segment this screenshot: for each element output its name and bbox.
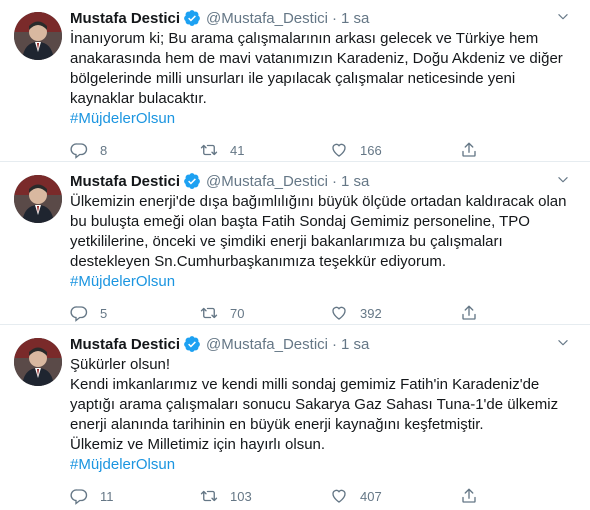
author-name[interactable]: Mustafa Destici [70,10,180,27]
author-handle[interactable]: @Mustafa_Destici [206,336,328,353]
retweet-button[interactable]: 103 [200,487,330,505]
retweet-button[interactable]: 70 [200,304,330,322]
verified-badge-icon [184,173,200,189]
hashtag-link[interactable]: #MüjdelerOlsun [70,109,576,129]
tweet-text: Ülkemizin enerji'de dışa bağımlılığını b… [70,193,567,270]
hashtag-link[interactable]: #MüjdelerOlsun [70,272,576,292]
share-icon [462,142,476,157]
author-handle[interactable]: @Mustafa_Destici [206,173,328,190]
heart-icon [332,489,346,503]
avatar[interactable] [14,12,62,60]
like-count: 166 [360,142,382,158]
share-button[interactable] [460,141,490,159]
reply-count: 11 [100,488,114,504]
tweet-text: İnanıyorum ki; Bu arama çalışmalarının a… [70,30,563,107]
separator-dot: · [331,9,337,27]
author-name[interactable]: Mustafa Destici [70,173,180,190]
retweet-count: 70 [230,305,245,321]
tweet-feed: Mustafa Destici @Mustafa_Destici · 1 sa … [0,0,590,510]
author-handle[interactable]: @Mustafa_Destici [206,10,328,27]
chevron-down-icon[interactable] [556,336,570,350]
like-button[interactable]: 166 [330,141,460,159]
like-count: 392 [360,305,382,321]
verified-badge-icon [184,10,200,26]
avatar[interactable] [14,175,62,223]
like-button[interactable]: 392 [330,304,460,322]
reply-count: 5 [100,305,108,321]
like-count: 407 [360,488,382,504]
retweet-count: 103 [230,488,252,504]
retweet-icon [200,490,218,502]
share-button[interactable] [460,487,490,505]
avatar[interactable] [14,338,62,386]
tweet-text: Şükürler olsun! Kendi imkanlarımız ve ke… [70,356,559,453]
share-button[interactable] [460,304,490,322]
timestamp[interactable]: 1 sa [341,173,369,190]
reply-icon [70,489,88,505]
share-icon [462,488,476,503]
hashtag-link[interactable]: #MüjdelerOlsun [70,455,576,475]
chevron-down-icon[interactable] [556,10,570,24]
reply-button[interactable]: 11 [70,487,200,505]
tweet[interactable]: Mustafa Destici @Mustafa_Destici · 1 sa … [0,163,590,325]
chevron-down-icon[interactable] [556,173,570,187]
reply-button[interactable]: 8 [70,141,200,159]
author-name[interactable]: Mustafa Destici [70,336,180,353]
tweet[interactable]: Mustafa Destici @Mustafa_Destici · 1 sa … [0,326,590,510]
reply-button[interactable]: 5 [70,304,200,322]
tweet[interactable]: Mustafa Destici @Mustafa_Destici · 1 sa … [0,0,590,162]
retweet-count: 41 [230,142,245,158]
separator-dot: · [331,335,337,353]
retweet-icon [200,307,218,319]
like-button[interactable]: 407 [330,487,460,505]
timestamp[interactable]: 1 sa [341,10,369,27]
retweet-icon [200,144,218,156]
retweet-button[interactable]: 41 [200,141,330,159]
share-icon [462,305,476,320]
heart-icon [332,306,346,320]
timestamp[interactable]: 1 sa [341,336,369,353]
reply-count: 8 [100,142,108,158]
heart-icon [332,143,346,157]
reply-icon [70,143,88,159]
reply-icon [70,306,88,322]
verified-badge-icon [184,336,200,352]
separator-dot: · [331,172,337,190]
